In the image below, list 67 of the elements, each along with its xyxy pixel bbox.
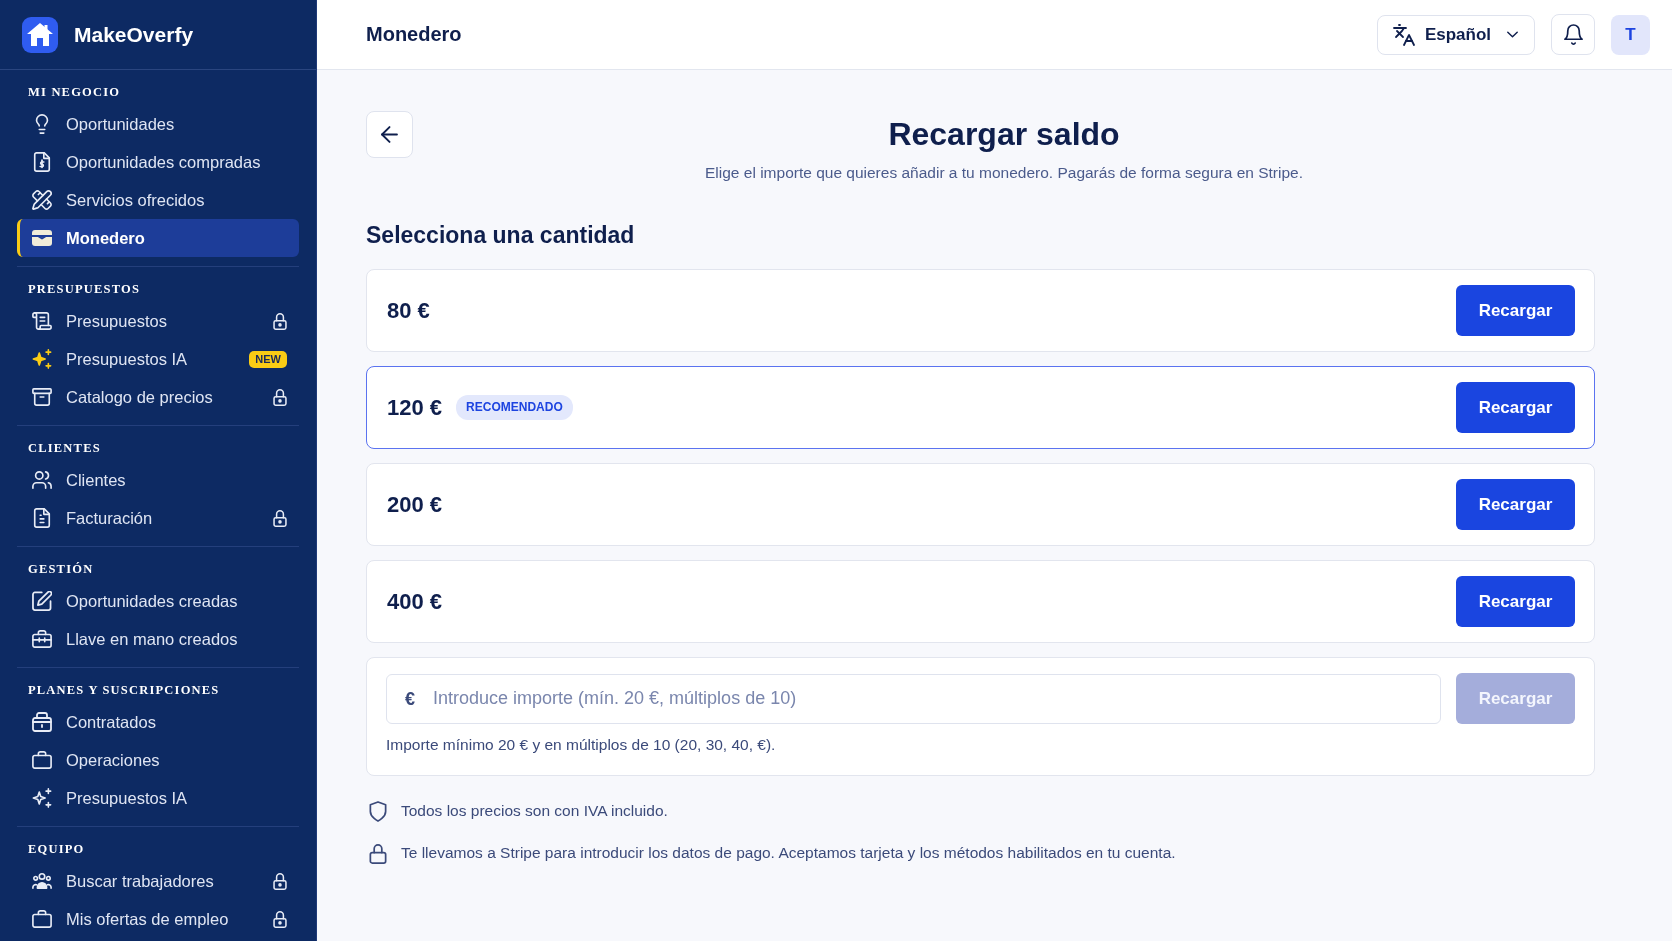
nav-item[interactable]: Oportunidades compradas (17, 143, 299, 181)
amount-text: 400 € (387, 588, 443, 615)
recommended-badge: RECOMENDADO (456, 395, 573, 420)
page-title: Recargar saldo (887, 115, 1121, 154)
nav-item[interactable]: Mis ofertas de empleo (17, 900, 299, 938)
archive-icon (32, 387, 52, 407)
recharge-button[interactable]: Recargar (1456, 576, 1575, 627)
nav-item[interactable]: Presupuestos (17, 302, 299, 340)
amount-text: 80 € (387, 297, 430, 324)
nav-item[interactable]: Presupuestos IA (17, 779, 299, 817)
note-text: Te llevamos a Stripe para introducir los datos de pago. Aceptamos tarjeta y los métodos habilitados en tu cuenta. (401, 843, 1176, 863)
notifications-button[interactable] (1551, 14, 1595, 55)
brand-name: MakeOverfy (74, 22, 194, 47)
shield-icon (369, 800, 387, 822)
document-icon (32, 508, 52, 528)
currency-symbol: € (405, 687, 415, 710)
page-subtitle: Elige el importe que quieres añadir a tu monedero. Pagarás de forma segura en Stripe. (704, 163, 1304, 183)
nav-item[interactable]: Buscar trabajadores (17, 862, 299, 900)
chevron-down-icon (1507, 31, 1518, 38)
page-heading: Monedero (366, 23, 462, 46)
recharge-button[interactable]: Recargar (1456, 382, 1575, 433)
users-icon (32, 470, 52, 490)
file-dollar-icon (32, 152, 52, 172)
new-badge: NEW (249, 350, 287, 368)
section-heading: PRESUPUESTOS (27, 282, 142, 296)
amount-text: 120 € (387, 394, 443, 421)
amount-text: 200 € (387, 491, 443, 518)
recharge-button[interactable]: Recargar (1456, 285, 1575, 336)
nav-item[interactable]: Servicios ofrecidos (17, 181, 299, 219)
nav-item[interactable]: Oportunidades creadas (17, 582, 299, 620)
edit-icon (32, 591, 52, 611)
hint-text: Importe mínimo 20 € y en múltiplos de 10 (20, 30, 40, €). (386, 736, 777, 754)
section-heading: EQUIPO (27, 842, 86, 856)
nav-item[interactable]: Operaciones (17, 741, 299, 779)
nav-item[interactable]: Llave en mano creados (17, 620, 299, 658)
arrow-left-icon (381, 126, 398, 143)
back-button[interactable] (366, 111, 413, 158)
section-heading: MI NEGOCIO (27, 85, 122, 99)
bell-icon (1563, 24, 1583, 45)
nav-item[interactable]: Catalogo de precios (17, 378, 299, 416)
nav-item[interactable]: Monedero (17, 219, 299, 257)
section-title: Selecciona una cantidad (366, 221, 636, 250)
section-heading: PLANES Y SUSCRIPCIONES (27, 683, 221, 697)
scroll-icon (32, 311, 52, 331)
pencil-ruler-icon (32, 190, 52, 210)
note-text: Todos los precios son con IVA incluido. (401, 801, 668, 821)
section-heading: GESTIÓN (27, 562, 95, 576)
sparkles-icon (32, 788, 52, 808)
nav-item[interactable]: Contratados (17, 703, 299, 741)
nav-item[interactable]: Clientes (17, 461, 299, 499)
nav-item[interactable]: Oportunidades (17, 105, 299, 143)
section-heading: CLIENTES (27, 441, 102, 455)
house-logo-icon (22, 16, 58, 53)
nav-item[interactable]: Presupuestos IA NEW (17, 340, 299, 378)
group-icon (32, 871, 52, 891)
wallet-icon (32, 228, 52, 248)
toolbox-icon (32, 629, 52, 649)
box-icon (32, 712, 52, 732)
briefcase-icon (32, 909, 52, 929)
recharge-button[interactable]: Recargar (1456, 479, 1575, 530)
translate-icon (1392, 23, 1415, 46)
lock-icon (369, 842, 387, 864)
language-button[interactable]: Español (1376, 14, 1535, 55)
briefcase-icon (32, 750, 52, 770)
avatar-button[interactable]: T (1611, 14, 1650, 55)
nav-item[interactable]: Facturación (17, 499, 299, 537)
sparkles-icon (32, 349, 52, 369)
